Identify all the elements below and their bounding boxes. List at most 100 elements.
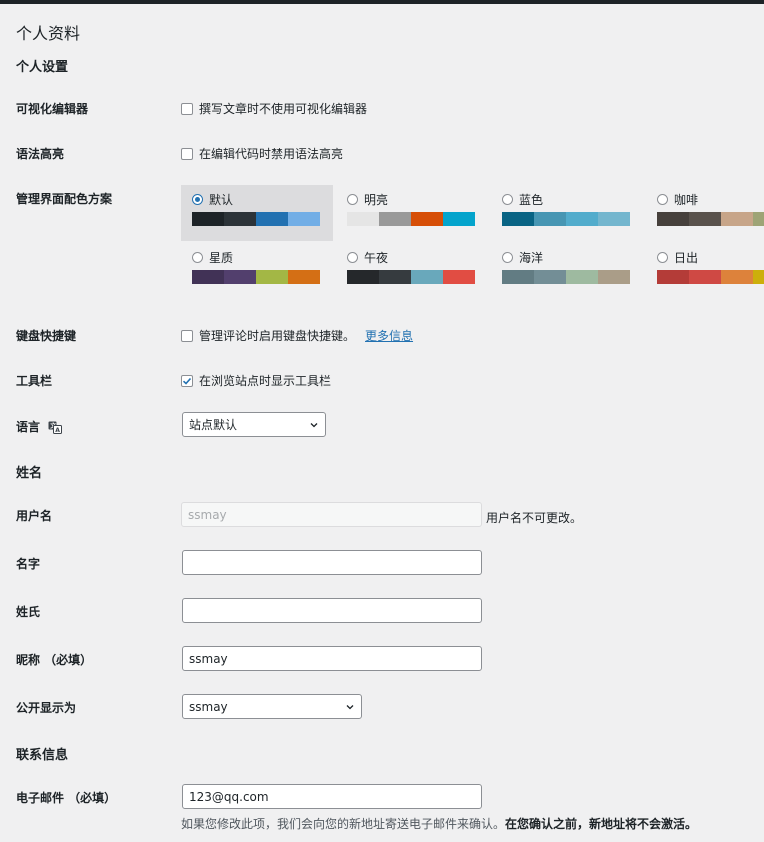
color-scheme-header: 星质 — [192, 250, 322, 265]
color-swatches — [347, 270, 477, 284]
username-field: ssmay — [181, 502, 482, 527]
color-scheme-radio[interactable] — [502, 251, 513, 263]
color-scheme-name: 海洋 — [519, 250, 544, 265]
syntax-highlight-text: 在编辑代码时禁用语法高亮 — [199, 147, 344, 161]
email-value: 123@qq.com — [189, 789, 269, 804]
email-field[interactable]: 123@qq.com — [182, 784, 482, 809]
username-label: 用户名 — [16, 509, 53, 523]
color-scheme-name: 默认 — [209, 192, 234, 207]
color-swatch — [657, 270, 689, 284]
nickname-value: ssmay — [189, 651, 228, 666]
color-swatch — [721, 212, 753, 226]
syntax-highlight-label: 语法高亮 — [16, 147, 65, 161]
color-swatch — [224, 270, 256, 284]
color-scheme-header: 日出 — [657, 250, 764, 265]
color-swatch — [657, 212, 689, 226]
display-name-label: 公开显示为 — [16, 701, 77, 715]
language-select-value: 站点默认 — [189, 418, 238, 432]
last-name-field[interactable] — [182, 598, 482, 623]
color-scheme-radio[interactable] — [347, 193, 358, 205]
more-info-link[interactable]: 更多信息 — [365, 327, 413, 344]
email-note: 如果您修改此项，我们会向您的新地址寄送电子邮件来确认。在您确认之前，新地址将不会… — [181, 815, 697, 832]
visual-editor-text: 撰写文章时不使用可视化编辑器 — [199, 102, 368, 116]
color-swatch — [192, 270, 224, 284]
last-name-label: 姓氏 — [16, 605, 41, 619]
chevron-down-icon — [346, 704, 354, 709]
color-swatches — [502, 212, 632, 226]
color-scheme-option[interactable]: 星质 — [181, 243, 333, 299]
color-scheme-option[interactable]: 海洋 — [491, 243, 643, 299]
section-heading-personal: 个人设置 — [16, 60, 69, 75]
color-scheme-radio[interactable] — [192, 251, 203, 263]
visual-editor-option[interactable]: 撰写文章时不使用可视化编辑器 — [181, 100, 367, 117]
toolbar-option[interactable]: 在浏览站点时显示工具栏 — [181, 372, 331, 389]
username-value: ssmay — [188, 507, 227, 522]
color-swatch — [502, 270, 534, 284]
color-scheme-option[interactable]: 蓝色 — [491, 185, 643, 241]
first-name-field[interactable] — [182, 550, 482, 575]
color-swatch — [411, 270, 443, 284]
color-swatch — [256, 270, 288, 284]
nickname-field[interactable]: ssmay — [182, 646, 482, 671]
syntax-highlight-option[interactable]: 在编辑代码时禁用语法高亮 — [181, 145, 343, 162]
admin-top-bar — [0, 0, 764, 4]
color-scheme-radio[interactable] — [502, 193, 513, 205]
color-scheme-option[interactable]: 午夜 — [336, 243, 488, 299]
color-swatches — [502, 270, 632, 284]
color-scheme-header: 咖啡 — [657, 192, 764, 207]
color-swatch — [192, 212, 224, 226]
translate-icon: 文 A — [48, 421, 63, 434]
color-scheme-radio[interactable] — [347, 251, 358, 263]
keyboard-shortcuts-label: 键盘快捷键 — [16, 329, 77, 343]
color-swatch — [598, 270, 630, 284]
email-label: 电子邮件 （必填） — [16, 791, 117, 805]
color-swatch — [411, 212, 443, 226]
color-swatches — [657, 270, 764, 284]
color-swatches — [192, 270, 322, 284]
display-name-value: ssmay — [189, 699, 228, 714]
color-scheme-radio[interactable] — [657, 193, 668, 205]
color-scheme-header: 蓝色 — [502, 192, 632, 207]
color-swatch — [721, 270, 753, 284]
color-swatch — [534, 212, 566, 226]
syntax-highlight-checkbox[interactable] — [181, 147, 193, 160]
color-scheme-option[interactable]: 默认 — [181, 185, 333, 241]
username-note: 用户名不可更改。 — [486, 511, 583, 525]
color-scheme-name: 蓝色 — [519, 192, 544, 207]
color-scheme-label: 管理界面配色方案 — [16, 192, 113, 206]
color-swatch — [347, 212, 379, 226]
svg-text:A: A — [56, 427, 61, 434]
language-label: 语言 文 A — [16, 418, 63, 435]
color-scheme-radio[interactable] — [192, 193, 203, 205]
color-scheme-option[interactable]: 日出 — [646, 243, 764, 299]
color-swatch — [689, 270, 721, 284]
keyboard-shortcuts-checkbox[interactable] — [181, 329, 193, 342]
color-scheme-option[interactable]: 咖啡 — [646, 185, 764, 241]
color-swatches — [192, 212, 322, 226]
color-scheme-name: 日出 — [674, 250, 699, 265]
color-swatches — [657, 212, 764, 226]
color-swatch — [753, 270, 764, 284]
color-scheme-name: 明亮 — [364, 192, 389, 207]
color-swatch — [566, 212, 598, 226]
first-name-label: 名字 — [16, 557, 41, 571]
color-swatch — [347, 270, 379, 284]
color-scheme-header: 海洋 — [502, 250, 632, 265]
color-swatch — [598, 212, 630, 226]
language-select[interactable]: 站点默认 — [182, 412, 326, 437]
color-scheme-name: 午夜 — [364, 250, 389, 265]
color-scheme-radio[interactable] — [657, 251, 668, 263]
toolbar-checkbox[interactable] — [181, 374, 193, 387]
toolbar-text: 在浏览站点时显示工具栏 — [199, 374, 332, 388]
color-swatch — [502, 212, 534, 226]
color-scheme-name: 咖啡 — [674, 192, 699, 207]
section-heading-contact: 联系信息 — [16, 748, 69, 763]
keyboard-shortcuts-text: 管理评论时启用键盘快捷键。 — [199, 329, 356, 343]
color-scheme-option[interactable]: 明亮 — [336, 185, 488, 241]
email-note-text: 如果您修改此项，我们会向您的新地址寄送电子邮件来确认。 — [181, 817, 506, 831]
visual-editor-checkbox[interactable] — [181, 102, 193, 115]
color-scheme-header: 默认 — [192, 192, 322, 207]
color-swatch — [689, 212, 721, 226]
display-name-select[interactable]: ssmay — [182, 694, 362, 719]
color-swatch — [566, 270, 598, 284]
